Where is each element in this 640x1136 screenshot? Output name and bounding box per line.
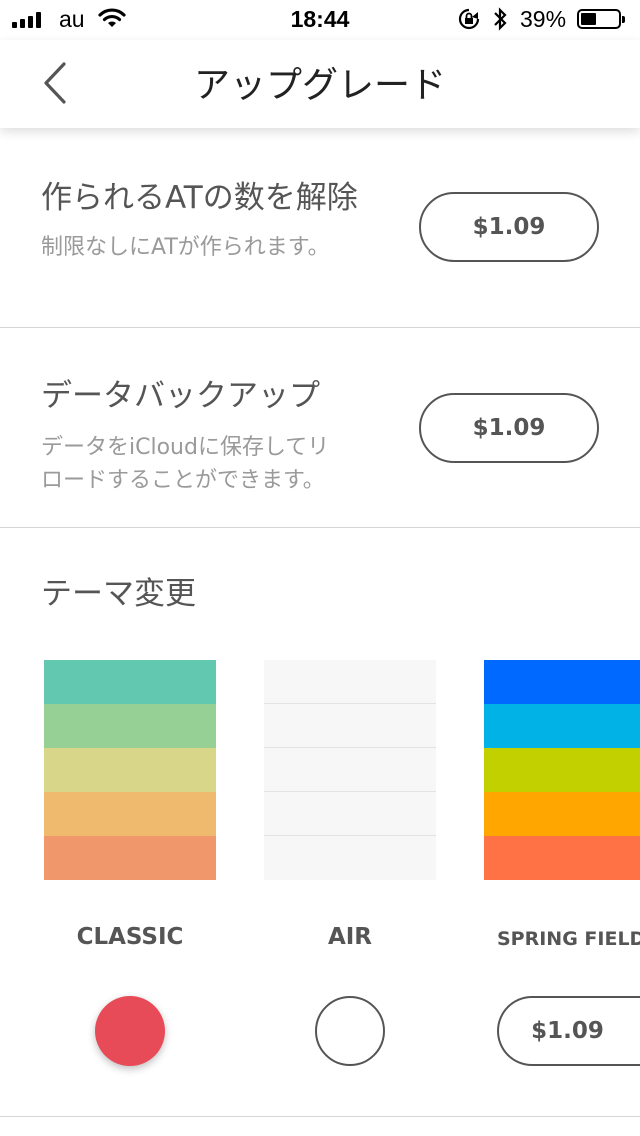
theme-swatch-air[interactable]: [264, 660, 436, 880]
theme-label-spring-field: SPRING FIELD: [497, 928, 640, 950]
swatch-stripe: [264, 748, 436, 792]
buy-data-backup-button[interactable]: $1.09: [419, 393, 599, 463]
swatch-stripe: [264, 704, 436, 748]
upgrade-title: 作られるATの数を解除: [41, 180, 358, 216]
swatch-stripe: [44, 704, 216, 748]
swatch-stripe: [484, 836, 640, 880]
upgrade-row-unlimited-at: 作られるATの数を解除 制限なしにATが作られます。 $1.09: [0, 128, 640, 328]
page-title: アップグレード: [193, 65, 446, 106]
swatch-stripe: [484, 704, 640, 748]
battery-percentage: 39%: [520, 6, 567, 32]
status-bar: au 18:44 39%: [0, 0, 640, 40]
battery-icon: [577, 9, 625, 29]
theme-swatch-spring-field[interactable]: [484, 660, 640, 880]
swatch-stripe: [264, 660, 436, 704]
swatch-stripe: [44, 836, 216, 880]
theme-label-air: AIR: [327, 924, 373, 950]
divider: [0, 1116, 640, 1117]
swatch-stripe: [484, 792, 640, 836]
upgrade-row-data-backup: データバックアップ データをiCloudに保存してリロードすることができます。 …: [0, 328, 640, 528]
swatch-stripe: [484, 748, 640, 792]
theme-air-radio[interactable]: [315, 996, 385, 1066]
swatch-stripe: [264, 836, 436, 880]
upgrade-description: 制限なしにATが作られます。: [41, 235, 330, 260]
bluetooth-icon: [494, 7, 507, 31]
navigation-bar: アップグレード: [0, 40, 640, 128]
swatch-stripe: [484, 660, 640, 704]
upgrade-title: データバックアップ: [41, 378, 320, 414]
swatch-stripe: [44, 748, 216, 792]
buy-unlimited-at-button[interactable]: $1.09: [419, 192, 599, 262]
swatch-stripe: [44, 660, 216, 704]
theme-swatch-classic[interactable]: [44, 660, 216, 880]
swatch-stripe: [44, 792, 216, 836]
theme-section-title: テーマ変更: [41, 576, 196, 612]
theme-classic-radio-selected[interactable]: [95, 996, 165, 1066]
upgrade-description: データをiCloudに保存してリロードすることができます。: [41, 435, 330, 493]
swatch-stripe: [264, 792, 436, 836]
theme-label-classic: CLASSIC: [76, 924, 184, 950]
buy-spring-field-theme-button[interactable]: $1.09: [497, 996, 640, 1066]
orientation-lock-icon: [458, 8, 480, 30]
